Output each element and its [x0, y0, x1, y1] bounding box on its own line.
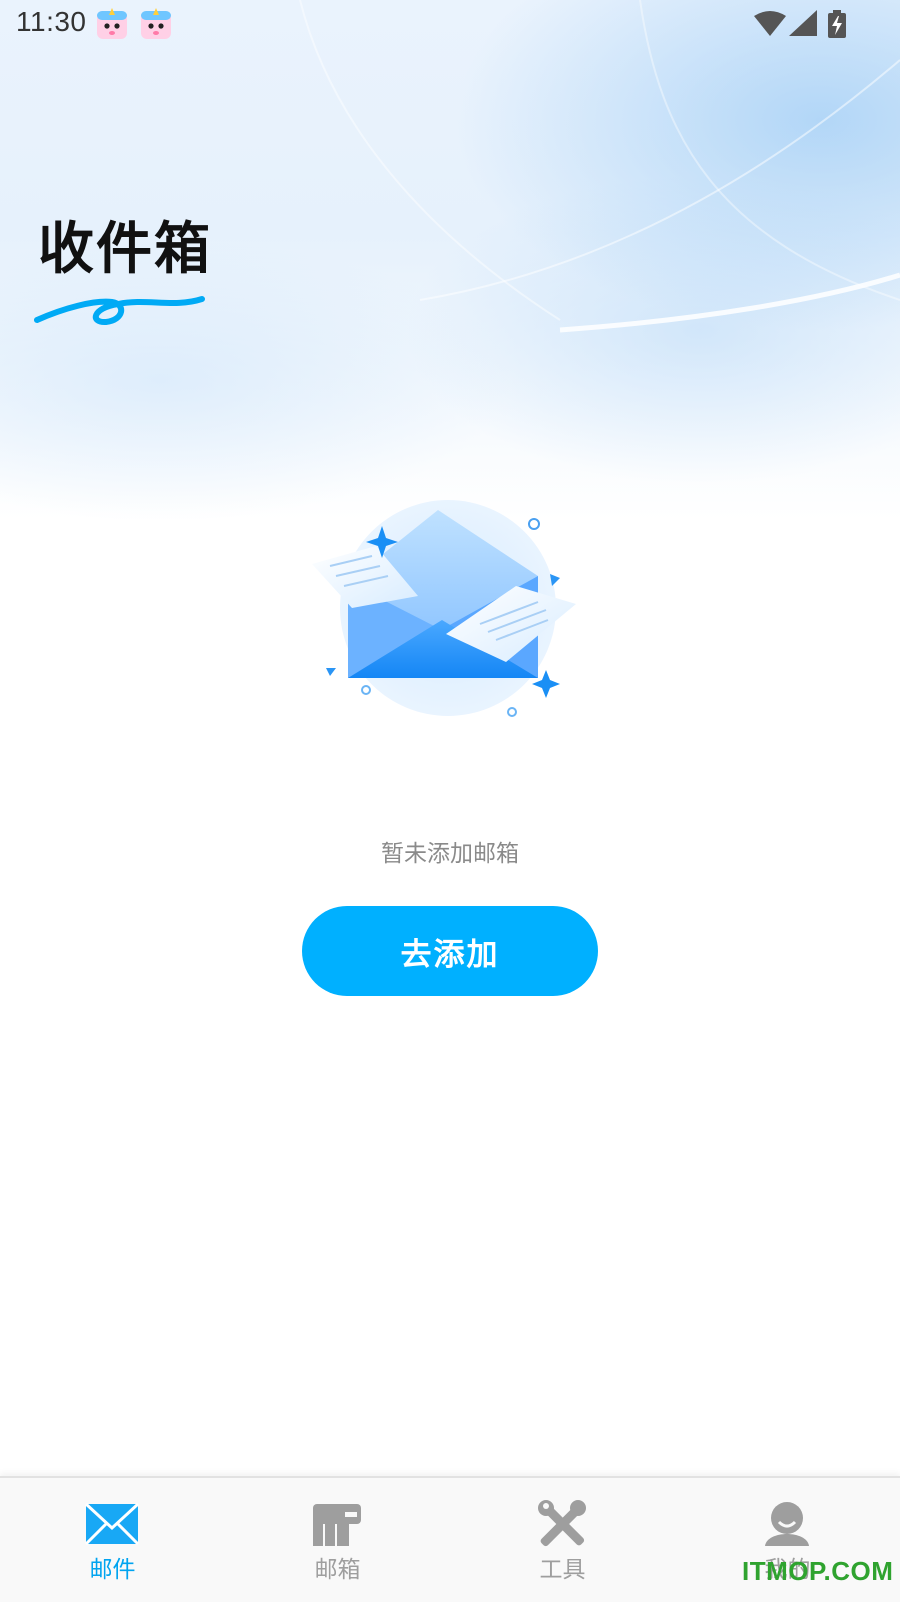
status-bar: 11:30 — [0, 0, 900, 50]
nav-item-tools[interactable]: 工具 — [450, 1478, 675, 1602]
profile-icon — [765, 1502, 809, 1546]
page-title: 收件箱 — [38, 217, 212, 282]
nav-label-tools: 工具 — [539, 1557, 586, 1583]
add-mailbox-button[interactable]: 去添加 — [302, 906, 598, 996]
wifi-icon — [754, 11, 786, 36]
mailbox-icon — [313, 1504, 361, 1546]
tools-icon — [538, 1500, 586, 1547]
watermark: ITMOP.COM — [742, 1556, 894, 1586]
open-envelope-illustration — [312, 500, 576, 717]
unicorn-app-icon — [97, 8, 127, 39]
unicorn-app-icon — [141, 8, 171, 39]
empty-state-message: 暂未添加邮箱 — [381, 841, 519, 867]
nav-item-mailbox[interactable]: 邮箱 — [225, 1478, 450, 1602]
nav-label-mailbox: 邮箱 — [314, 1557, 361, 1583]
title-underline-swoosh — [34, 296, 205, 325]
nav-label-mail: 邮件 — [89, 1557, 136, 1583]
mail-icon — [84, 1502, 140, 1546]
battery-charging-icon — [828, 10, 846, 38]
status-time: 11:30 — [16, 6, 87, 37]
cell-signal-icon — [789, 10, 817, 36]
nav-item-mail[interactable]: 邮件 — [0, 1478, 225, 1602]
